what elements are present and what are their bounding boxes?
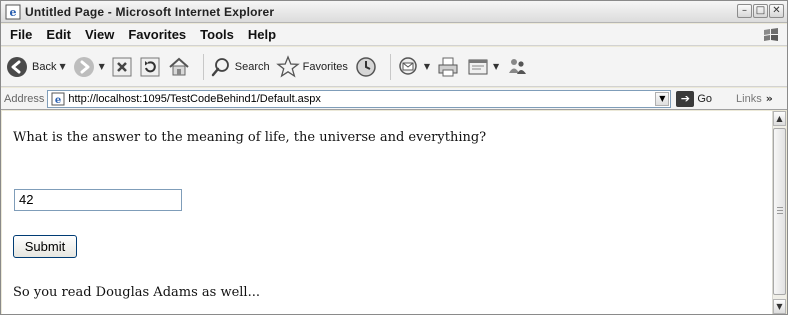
answer-input[interactable]: 42 [14,189,182,211]
submit-button[interactable]: Submit [13,235,77,258]
search-button[interactable]: Search [210,52,270,82]
address-dropdown-icon[interactable]: ▼ [655,91,670,106]
history-button[interactable] [354,52,378,82]
ie-page-icon: e [5,4,21,19]
forward-arrow-icon [73,56,94,77]
forward-dropdown-icon[interactable]: ▼ [99,62,105,71]
menu-file[interactable]: File [1,27,39,42]
refresh-icon [140,57,160,76]
print-button[interactable] [436,52,460,82]
ie-page-icon: e [51,92,65,106]
menu-edit[interactable]: Edit [39,27,78,42]
history-icon [356,56,376,77]
links-button[interactable]: Links [736,93,762,105]
refresh-button[interactable] [139,52,161,82]
svg-text:e: e [10,6,17,19]
back-arrow-icon [7,56,27,77]
home-button[interactable] [167,52,191,82]
search-icon [211,57,229,76]
back-label: Back [32,60,57,73]
title-bar: e Untitled Page - Microsoft Internet Exp… [1,1,787,23]
toolbar-separator [389,53,391,80]
back-dropdown-icon[interactable]: ▼ [59,62,65,71]
window-title: Untitled Page - Microsoft Internet Explo… [25,4,275,19]
question-text: What is the answer to the meaning of lif… [13,130,487,145]
menu-favorites[interactable]: Favorites [121,27,193,42]
edit-dropdown-icon[interactable]: ▼ [493,62,499,71]
go-button[interactable]: ➔ Go [676,90,713,107]
scroll-grip [777,207,783,214]
edit-button[interactable]: ▼ [466,52,499,82]
standard-toolbar: Back ▼ ▼ Search Favorites ▼ ▼ [1,47,787,87]
favorites-star-icon [275,54,300,78]
result-text: So you read Douglas Adams as well... [13,285,260,300]
mail-icon [399,56,417,75]
menu-bar: File Edit View Favorites Tools Help [1,24,787,46]
scroll-up-icon[interactable]: ▲ [773,111,786,126]
minimize-button[interactable]: – [737,4,752,18]
edit-icon [468,59,488,74]
menu-view[interactable]: View [78,27,121,42]
menu-help[interactable]: Help [241,27,283,42]
favorites-label: Favorites [302,60,348,73]
address-label: Address [4,92,45,105]
vertical-scrollbar[interactable]: ▲ ▼ [772,111,786,314]
scroll-down-icon[interactable]: ▼ [773,299,786,314]
forward-button[interactable]: ▼ [72,52,105,82]
scroll-thumb[interactable] [773,128,786,295]
toolbar-separator [202,53,204,80]
mail-dropdown-icon[interactable]: ▼ [424,62,430,71]
address-url: http://localhost:1095/TestCodeBehind1/De… [68,92,321,105]
print-icon [438,57,458,76]
window-controls: – □ ✕ [737,4,784,18]
home-icon [169,57,189,75]
links-chevron-icon[interactable]: » [766,92,773,105]
menu-tools[interactable]: Tools [193,27,241,42]
windows-logo-icon [764,28,778,41]
favorites-button[interactable]: Favorites [275,52,348,82]
go-label: Go [697,92,713,105]
back-button[interactable]: Back ▼ [5,52,66,82]
stop-icon [112,57,132,76]
stop-button[interactable] [111,52,133,82]
maximize-button[interactable]: □ [753,4,768,18]
mail-button[interactable]: ▼ [397,52,430,82]
messenger-icon [509,58,527,74]
go-arrow-icon: ➔ [676,90,695,107]
svg-text:e: e [55,95,61,106]
address-input[interactable]: e http://localhost:1095/TestCodeBehind1/… [47,89,672,108]
address-bar: Address e http://localhost:1095/TestCode… [1,88,787,110]
search-label: Search [234,60,270,73]
messenger-button[interactable] [505,52,529,82]
browser-window: e Untitled Page - Microsoft Internet Exp… [0,0,788,315]
close-button[interactable]: ✕ [769,4,784,18]
page-content: What is the answer to the meaning of lif… [2,111,774,314]
